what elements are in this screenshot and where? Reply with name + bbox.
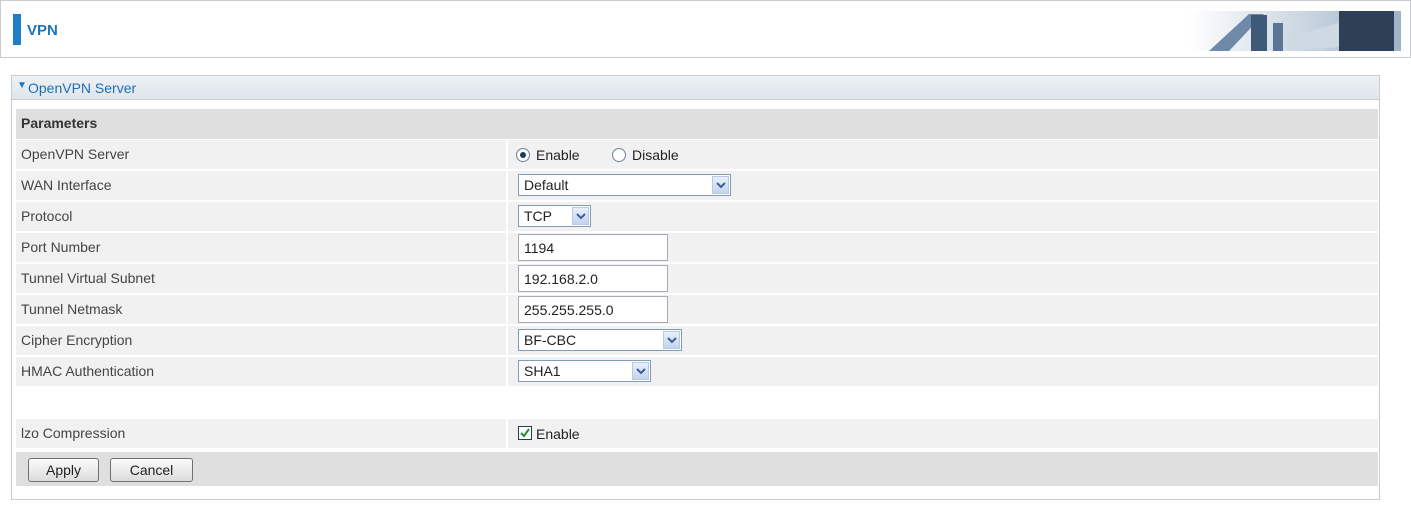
panel-title: OpenVPN Server xyxy=(28,80,137,96)
chevron-down-icon[interactable] xyxy=(663,331,680,349)
cipher-encryption-select[interactable]: BF-CBC xyxy=(518,329,682,351)
disable-radio[interactable] xyxy=(612,148,626,162)
page-title: VPN xyxy=(27,22,58,39)
parameters-section-header: Parameters xyxy=(16,109,1378,139)
header-accent-bar xyxy=(13,14,21,45)
row-wan-interface: WAN Interface Default xyxy=(16,171,1378,201)
wan-interface-label: WAN Interface xyxy=(16,171,506,200)
chevron-down-icon[interactable] xyxy=(632,362,649,380)
row-cipher-encryption: Cipher Encryption BF-CBC xyxy=(16,326,1378,356)
tunnel-virtual-subnet-input[interactable] xyxy=(519,266,667,291)
openvpn-server-value: Enable Disable xyxy=(508,140,1378,169)
lzo-compression-checkbox[interactable] xyxy=(518,426,532,440)
row-tunnel-netmask: Tunnel Netmask xyxy=(16,295,1378,325)
lzo-compression-label: lzo Compression xyxy=(16,419,506,448)
page-header: VPN xyxy=(0,0,1411,58)
protocol-select[interactable]: TCP xyxy=(518,205,591,227)
tunnel-netmask-field[interactable] xyxy=(518,296,668,323)
port-number-field[interactable] xyxy=(518,234,668,261)
row-protocol: Protocol TCP xyxy=(16,202,1378,232)
openvpn-server-label: OpenVPN Server xyxy=(16,140,506,169)
header-banner-graphic xyxy=(1189,11,1401,51)
collapse-arrow-icon[interactable]: ▼ xyxy=(17,80,27,91)
disable-radio-label[interactable]: Disable xyxy=(632,147,679,163)
checkmark-icon xyxy=(520,428,530,438)
row-tunnel-virtual-subnet: Tunnel Virtual Subnet xyxy=(16,264,1378,294)
row-openvpn-server: OpenVPN Server Enable Disable xyxy=(16,140,1378,170)
action-buttons-row: Apply Cancel xyxy=(16,452,1378,486)
port-number-input[interactable] xyxy=(519,235,667,260)
port-number-label: Port Number xyxy=(16,233,506,262)
hmac-authentication-select[interactable]: SHA1 xyxy=(518,360,651,382)
tunnel-netmask-input[interactable] xyxy=(519,297,667,322)
chevron-down-icon[interactable] xyxy=(712,176,729,194)
section-label: Parameters xyxy=(21,115,98,131)
row-hmac-authentication: HMAC Authentication SHA1 xyxy=(16,357,1378,387)
wan-interface-select[interactable]: Default xyxy=(518,174,731,196)
protocol-label: Protocol xyxy=(16,202,506,231)
cipher-encryption-label: Cipher Encryption xyxy=(16,326,506,355)
tunnel-netmask-label: Tunnel Netmask xyxy=(16,295,506,324)
apply-button[interactable]: Apply xyxy=(28,458,99,482)
openvpn-server-panel: ▼ OpenVPN Server Parameters OpenVPN Serv… xyxy=(11,75,1380,500)
hmac-authentication-label: HMAC Authentication xyxy=(16,357,506,386)
row-port-number: Port Number xyxy=(16,233,1378,263)
lzo-enable-label[interactable]: Enable xyxy=(536,426,580,442)
tunnel-virtual-subnet-field[interactable] xyxy=(518,265,668,292)
cancel-button[interactable]: Cancel xyxy=(110,458,193,482)
panel-title-bar[interactable]: ▼ OpenVPN Server xyxy=(12,76,1379,100)
enable-radio-label[interactable]: Enable xyxy=(536,147,580,163)
tunnel-virtual-subnet-label: Tunnel Virtual Subnet xyxy=(16,264,506,293)
row-spacer xyxy=(16,388,1378,418)
chevron-down-icon[interactable] xyxy=(572,207,589,225)
enable-radio[interactable] xyxy=(516,148,530,162)
row-lzo-compression: lzo Compression Enable xyxy=(16,419,1378,449)
